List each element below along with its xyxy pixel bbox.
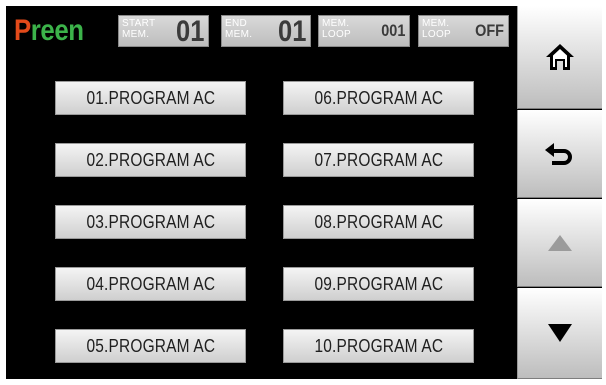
program-label: 07.PROGRAM AC [314,150,443,170]
program-label: 08.PROGRAM AC [314,212,443,232]
home-icon [546,44,574,70]
program-button-02[interactable]: 02.PROGRAM AC [55,143,246,177]
start-mem-status: START MEM. 01 [118,15,209,48]
logo-initial: P [14,14,31,47]
triangle-down-icon [548,324,572,342]
mem-loop-state-status: MEM. LOOP OFF [418,15,509,47]
end-mem-label-1: END [225,18,248,29]
program-button-10[interactable]: 10.PROGRAM AC [283,329,474,363]
scroll-up-button[interactable] [517,199,602,287]
back-button[interactable] [517,110,602,198]
program-label: 03.PROGRAM AC [86,212,215,232]
program-label: 01.PROGRAM AC [86,88,215,108]
mem-loop-state-label-1: MEM. [422,18,450,29]
mem-loop-state-value: OFF [475,21,504,40]
program-button-03[interactable]: 03.PROGRAM AC [55,205,246,239]
program-button-08[interactable]: 08.PROGRAM AC [283,205,474,239]
program-button-05[interactable]: 05.PROGRAM AC [55,329,246,363]
program-button-06[interactable]: 06.PROGRAM AC [283,81,474,115]
start-mem-label-1: START [122,18,156,29]
program-button-04[interactable]: 04.PROGRAM AC [55,267,246,301]
end-mem-value: 01 [277,15,306,48]
program-label: 09.PROGRAM AC [314,274,443,294]
home-button[interactable] [517,6,602,109]
screen: Preen START MEM. 01 END MEM. 01 MEM. LOO… [0,0,606,385]
program-button-01[interactable]: 01.PROGRAM AC [55,81,246,115]
end-mem-label-2: MEM. [225,29,253,40]
program-label: 04.PROGRAM AC [86,274,215,294]
mem-loop-count-value: 001 [380,21,405,40]
mem-loop-state-label-2: LOOP [422,29,451,40]
program-label: 10.PROGRAM AC [314,336,443,356]
mem-loop-count-status: MEM. LOOP 001 [318,15,410,47]
mem-loop-count-label-2: LOOP [322,29,351,40]
scroll-down-button[interactable] [517,288,602,379]
return-arrow-icon [545,142,572,165]
main-panel [6,6,602,379]
logo-rest: reen [30,14,84,47]
program-label: 06.PROGRAM AC [314,88,443,108]
mem-loop-count-label-1: MEM. [322,18,350,29]
program-button-07[interactable]: 07.PROGRAM AC [283,143,474,177]
end-mem-status: END MEM. 01 [221,15,311,48]
start-mem-label-2: MEM. [122,29,150,40]
start-mem-value: 01 [175,15,204,48]
brand-logo: Preen [14,14,84,48]
program-label: 05.PROGRAM AC [86,336,215,356]
program-label: 02.PROGRAM AC [86,150,215,170]
program-button-09[interactable]: 09.PROGRAM AC [283,267,474,301]
triangle-up-icon [548,234,572,251]
